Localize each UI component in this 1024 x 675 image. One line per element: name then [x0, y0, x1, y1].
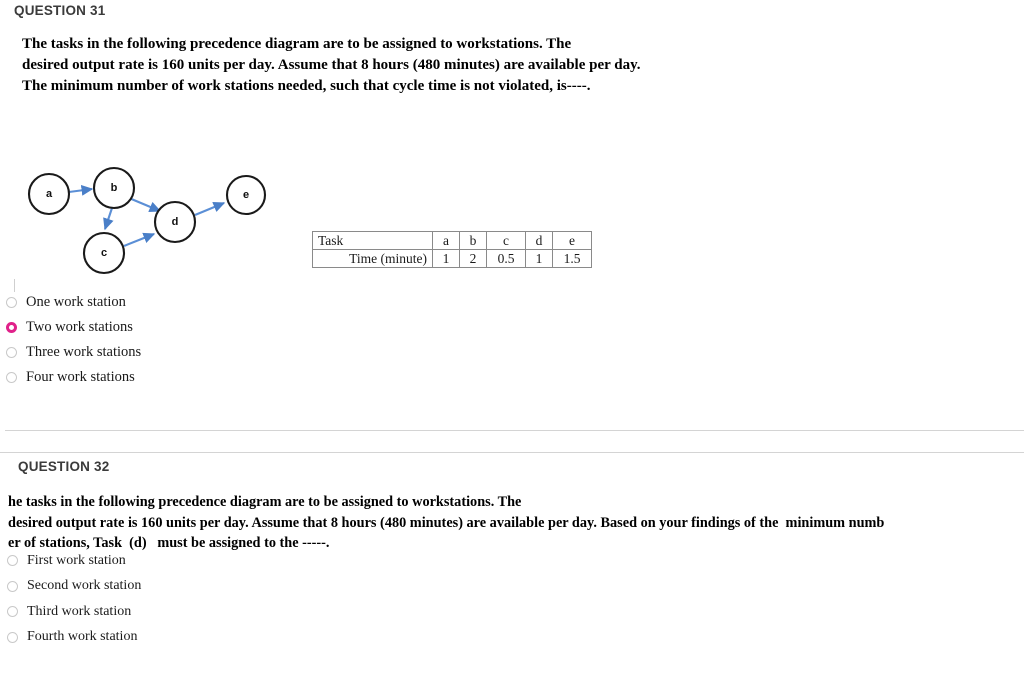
- option-first-work-station[interactable]: First work station: [0, 548, 141, 574]
- option-fourth-work-station[interactable]: Fourth work station: [0, 625, 141, 651]
- diagram-node-e-label: e: [243, 189, 249, 201]
- table-cell-task-d: d: [525, 231, 553, 250]
- edge-a-to-b: [68, 184, 94, 196]
- option-second-work-station[interactable]: Second work station: [0, 574, 141, 600]
- diagram-node-a-label: a: [46, 188, 53, 200]
- radio-icon-fourth-work-station[interactable]: [7, 631, 18, 643]
- option-label-one-work-station: One work station: [26, 294, 126, 310]
- table-row-label-time: Time (minute): [312, 249, 433, 268]
- question-32-header: QUESTION 32: [18, 459, 110, 474]
- option-label-second-work-station: Second work station: [27, 578, 142, 594]
- section-divider-bottom: [0, 452, 1024, 453]
- task-time-table: Task a b c d e Time (minute) 1 2 0.5 1 1…: [312, 231, 592, 268]
- radio-icon-three-work-stations[interactable]: [6, 347, 17, 358]
- radio-icon-one-work-station[interactable]: [6, 297, 17, 308]
- table-row-label-task: Task: [312, 231, 433, 250]
- question-31-options: One work station Two work stations Three…: [0, 290, 141, 390]
- radio-icon-second-work-station[interactable]: [7, 580, 18, 592]
- option-third-work-station[interactable]: Third work station: [0, 599, 141, 625]
- diagram-node-b-label: b: [111, 182, 118, 194]
- table-cell-task-e: e: [552, 231, 592, 250]
- radio-icon-first-work-station[interactable]: [7, 555, 18, 567]
- option-label-two-work-stations: Two work stations: [26, 319, 133, 335]
- question-32-stem-line-3: er of stations, Task (d) must be assigne…: [8, 535, 330, 551]
- question-32-options: First work station Second work station T…: [0, 548, 141, 650]
- question-32-stem: he tasks in the following precedence dia…: [8, 492, 1005, 554]
- option-two-work-stations[interactable]: Two work stations: [0, 315, 141, 340]
- table-cell-task-a: a: [432, 231, 460, 250]
- option-label-first-work-station: First work station: [27, 552, 126, 568]
- question-32-stem-line-1: he tasks in the following precedence dia…: [8, 494, 522, 510]
- table-cell-time-c: 0.5: [486, 249, 526, 268]
- table-cell-time-d: 1: [525, 249, 553, 268]
- table-cell-time-e: 1.5: [552, 249, 592, 268]
- option-four-work-stations[interactable]: Four work stations: [0, 365, 141, 390]
- edge-b-to-c: [103, 207, 114, 231]
- radio-icon-third-work-station[interactable]: [7, 606, 18, 618]
- edge-b-to-d: [128, 197, 162, 212]
- question-32-stem-line-2: desired output rate is 160 units per day…: [8, 514, 885, 531]
- edge-c-to-d: [123, 232, 156, 247]
- table-cell-task-c: c: [486, 231, 526, 250]
- radio-icon-two-work-stations-selected[interactable]: [6, 322, 17, 333]
- table-row-task: Task a b c d e: [312, 231, 592, 250]
- edge-d-to-e: [194, 201, 226, 216]
- diagram-node-d-label: d: [172, 216, 179, 228]
- section-divider-top: [5, 430, 1024, 431]
- precedence-diagram: a b c d e: [0, 0, 300, 305]
- exam-page: QUESTION 31 The tasks in the following p…: [0, 0, 1024, 675]
- option-label-three-work-stations: Three work stations: [26, 344, 142, 360]
- precedence-diagram-svg: a b c d e: [27, 166, 267, 275]
- option-label-four-work-stations: Four work stations: [26, 369, 135, 385]
- table-row-time: Time (minute) 1 2 0.5 1 1.5: [312, 249, 592, 268]
- option-label-fourth-work-station: Fourth work station: [27, 629, 138, 645]
- radio-icon-four-work-stations[interactable]: [6, 372, 17, 383]
- option-one-work-station[interactable]: One work station: [0, 290, 141, 315]
- table-cell-time-a: 1: [432, 249, 460, 268]
- diagram-nodes: a b c d e: [27, 166, 267, 275]
- table-cell-task-b: b: [459, 231, 487, 250]
- option-three-work-stations[interactable]: Three work stations: [0, 340, 141, 365]
- option-label-third-work-station: Third work station: [27, 603, 132, 619]
- table-cell-time-b: 2: [459, 249, 487, 268]
- diagram-node-c-label: c: [101, 247, 107, 259]
